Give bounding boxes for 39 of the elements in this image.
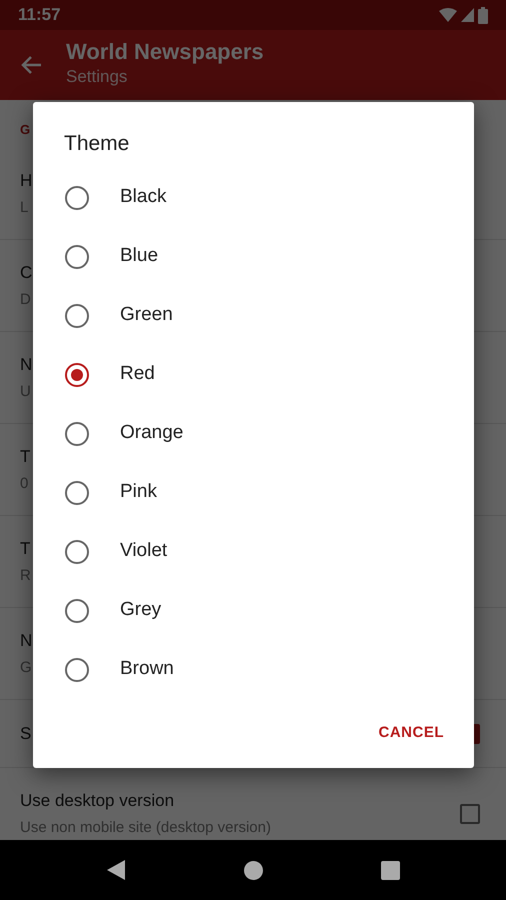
- option-label[interactable]: Pink: [120, 478, 157, 507]
- option-label[interactable]: Red: [120, 360, 155, 389]
- radio-button[interactable]: [65, 480, 89, 504]
- setting-title: N: [20, 354, 32, 376]
- wifi-icon: [439, 8, 457, 22]
- radio-button[interactable]: [65, 598, 89, 622]
- radio-button[interactable]: [65, 362, 89, 386]
- signal-icon: [461, 8, 474, 22]
- radio-button[interactable]: [65, 244, 89, 268]
- option-label[interactable]: Green: [120, 301, 173, 330]
- home-icon[interactable]: [244, 860, 263, 880]
- checkbox[interactable]: [460, 804, 480, 824]
- radio-button[interactable]: [65, 186, 89, 210]
- setting-title: H: [20, 170, 32, 192]
- cancel-button[interactable]: CANCEL: [368, 714, 454, 752]
- dialog-title: Theme: [63, 131, 130, 157]
- option-label[interactable]: Orange: [120, 419, 184, 448]
- setting-title: N: [20, 630, 32, 652]
- clock: 11:57: [18, 4, 61, 26]
- setting-title: Use desktop version: [20, 790, 176, 812]
- setting-title: C: [20, 262, 32, 284]
- app-subtitle: Settings: [66, 66, 128, 88]
- radio-button[interactable]: [65, 540, 89, 564]
- option-label[interactable]: Black: [120, 183, 166, 212]
- battery-icon: [478, 6, 488, 24]
- radio-button[interactable]: [65, 304, 89, 328]
- recents-icon[interactable]: [381, 860, 400, 880]
- section-header: G: [20, 122, 30, 137]
- back-icon[interactable]: [106, 860, 126, 880]
- option-label[interactable]: Grey: [120, 596, 162, 625]
- setting-title: T: [20, 446, 30, 468]
- option-label[interactable]: Blue: [120, 242, 158, 271]
- radio-button[interactable]: [65, 422, 89, 446]
- option-label[interactable]: Brown: [120, 655, 174, 684]
- setting-title: T: [20, 538, 31, 560]
- app-title: World Newspapers: [66, 40, 264, 64]
- option-label[interactable]: Violet: [120, 537, 168, 566]
- setting-title: S: [20, 722, 32, 745]
- radio-button[interactable]: [65, 658, 89, 682]
